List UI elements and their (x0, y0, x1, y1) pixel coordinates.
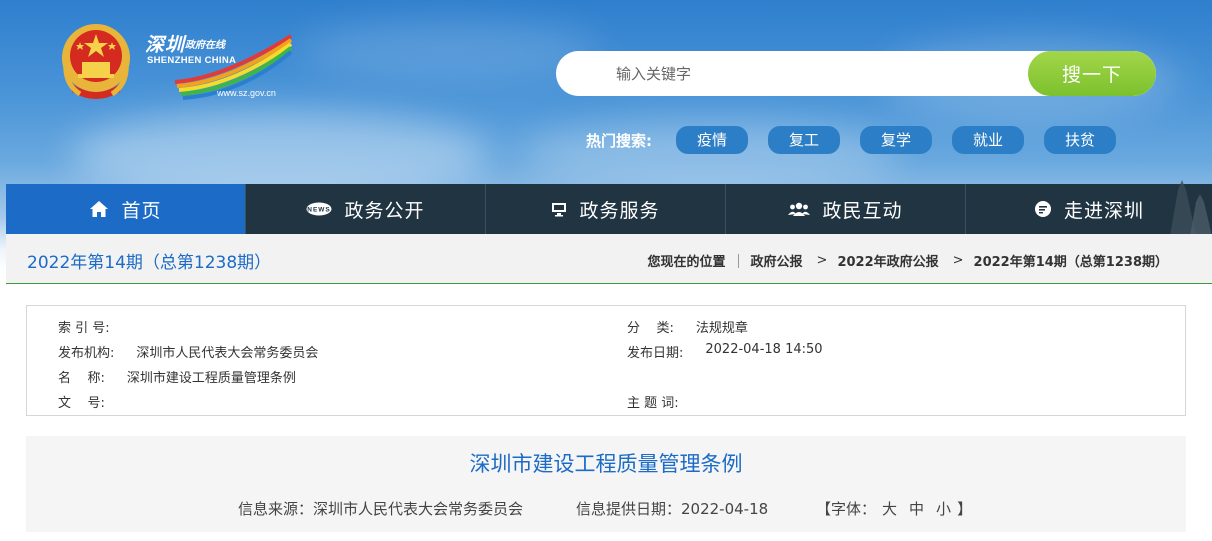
meta-index: 索 引 号: (58, 317, 132, 336)
people-icon (788, 201, 811, 217)
monitor-icon (551, 201, 567, 217)
hot-tag[interactable]: 复学 (860, 126, 932, 154)
breadcrumb-link[interactable]: 2022年第14期（总第1238期） (974, 251, 1168, 270)
meta-label: 发布日期: (627, 346, 684, 361)
chat-icon (1034, 200, 1052, 218)
hot-tag[interactable]: 扶贫 (1044, 126, 1116, 154)
article-source: 信息来源：深圳市人民代表大会常务委员会 (238, 500, 524, 518)
breadcrumb-arrow-icon: > (952, 253, 964, 268)
nav-item-interaction[interactable]: 政民互动 (726, 184, 966, 234)
meta-publisher: 发布机构: 深圳市人民代表大会常务委员会 (58, 342, 318, 361)
svg-text:NEWS: NEWS (308, 207, 332, 214)
meta-docno: 文 号: (58, 392, 127, 411)
skyscraper-decoration (1170, 180, 1212, 236)
article-title: 深圳市建设工程质量管理条例 (469, 452, 743, 476)
hot-tag[interactable]: 复工 (768, 126, 840, 154)
news-icon: NEWS (306, 202, 332, 216)
meta-label: 分 类: (627, 321, 674, 336)
meta-label: 索 引 号: (58, 321, 110, 336)
meta-value: 法规规章 (695, 321, 748, 336)
search-input[interactable] (556, 51, 1036, 96)
nav-item-label: 走进深圳 (1063, 199, 1144, 222)
meta-value: 2022-04-18 14:50 (705, 342, 823, 357)
meta-category: 分 类: 法规规章 (627, 317, 748, 336)
font-size-small-button[interactable]: 小 (936, 498, 951, 519)
document-meta-box: 索 引 号: 发布机构: 深圳市人民代表大会常务委员会 名 称: 深圳市建设工程… (26, 305, 1186, 416)
font-size-close: 】 (957, 500, 973, 518)
site-name-chinese: 深圳 (145, 34, 186, 56)
home-icon (89, 200, 109, 218)
meta-value: 深圳市建设工程质量管理条例 (126, 371, 296, 386)
nav-item-label: 政务公开 (344, 199, 425, 222)
meta-label: 发布机构: (58, 346, 115, 361)
hot-tag[interactable]: 疫情 (676, 126, 748, 154)
breadcrumb: 您现在的位置 政府公报 > 2022年政府公报 > 2022年第14期（总第12… (648, 251, 1169, 270)
nav-item-label: 政民互动 (822, 199, 903, 222)
meta-label: 主 题 词: (627, 396, 679, 411)
hot-tag[interactable]: 就业 (952, 126, 1024, 154)
search-bar: 搜一下 (556, 51, 1156, 96)
breadcrumb-link[interactable]: 2022年政府公报 (837, 251, 938, 270)
meta-label: 名 称: (58, 371, 105, 386)
nav-item-label: 首页 (121, 199, 162, 222)
breadcrumb-arrow-icon: > (816, 253, 828, 268)
nav-item-home[interactable]: 首页 (6, 184, 246, 234)
location-label: 您现在的位置 (647, 255, 726, 270)
font-size-control: 【字体： 大 中 小 】 (816, 498, 972, 519)
search-button[interactable]: 搜一下 (1028, 51, 1156, 96)
main-nav: 首页 NEWS 政务公开 政务服务 政民互动 走进深圳 (6, 184, 1212, 234)
font-size-label: 【字体： (816, 500, 877, 518)
meta-keywords: 主 题 词: (627, 392, 701, 411)
meta-date: 发布日期: 2022-04-18 14:50 (627, 342, 823, 361)
issue-title: 2022年第14期（总第1238期） (27, 253, 272, 273)
breadcrumb-link[interactable]: 政府公报 (751, 251, 803, 270)
site-name-english: SHENZHEN CHINA (147, 55, 237, 66)
breadcrumb-bar: 2022年第14期（总第1238期） 您现在的位置 政府公报 > 2022年政府… (6, 234, 1212, 284)
nav-item-services[interactable]: 政务服务 (486, 184, 726, 234)
nav-item-label: 政务服务 (579, 199, 660, 222)
nav-item-gov-affairs[interactable]: NEWS 政务公开 (246, 184, 486, 234)
meta-name: 名 称: 深圳市建设工程质量管理条例 (58, 367, 296, 386)
site-online-label: 政府在线 (185, 40, 225, 51)
national-emblem-icon (62, 24, 130, 99)
article-header: 深圳市建设工程质量管理条例 信息来源：深圳市人民代表大会常务委员会 信息提供日期… (26, 436, 1186, 532)
meta-value: 深圳市人民代表大会常务委员会 (136, 346, 319, 361)
article-provided-date: 信息提供日期：2022-04-18 (576, 500, 769, 518)
site-url: www.sz.gov.cn (217, 88, 276, 98)
meta-label: 文 号: (58, 396, 105, 411)
font-size-large-button[interactable]: 大 (882, 498, 897, 519)
site-logo[interactable]: 深圳 政府在线 SHENZHEN CHINA www.sz.gov.cn (145, 30, 295, 102)
hot-search-label: 热门搜索: (586, 132, 652, 150)
font-size-medium-button[interactable]: 中 (909, 498, 924, 519)
breadcrumb-divider (737, 253, 739, 268)
